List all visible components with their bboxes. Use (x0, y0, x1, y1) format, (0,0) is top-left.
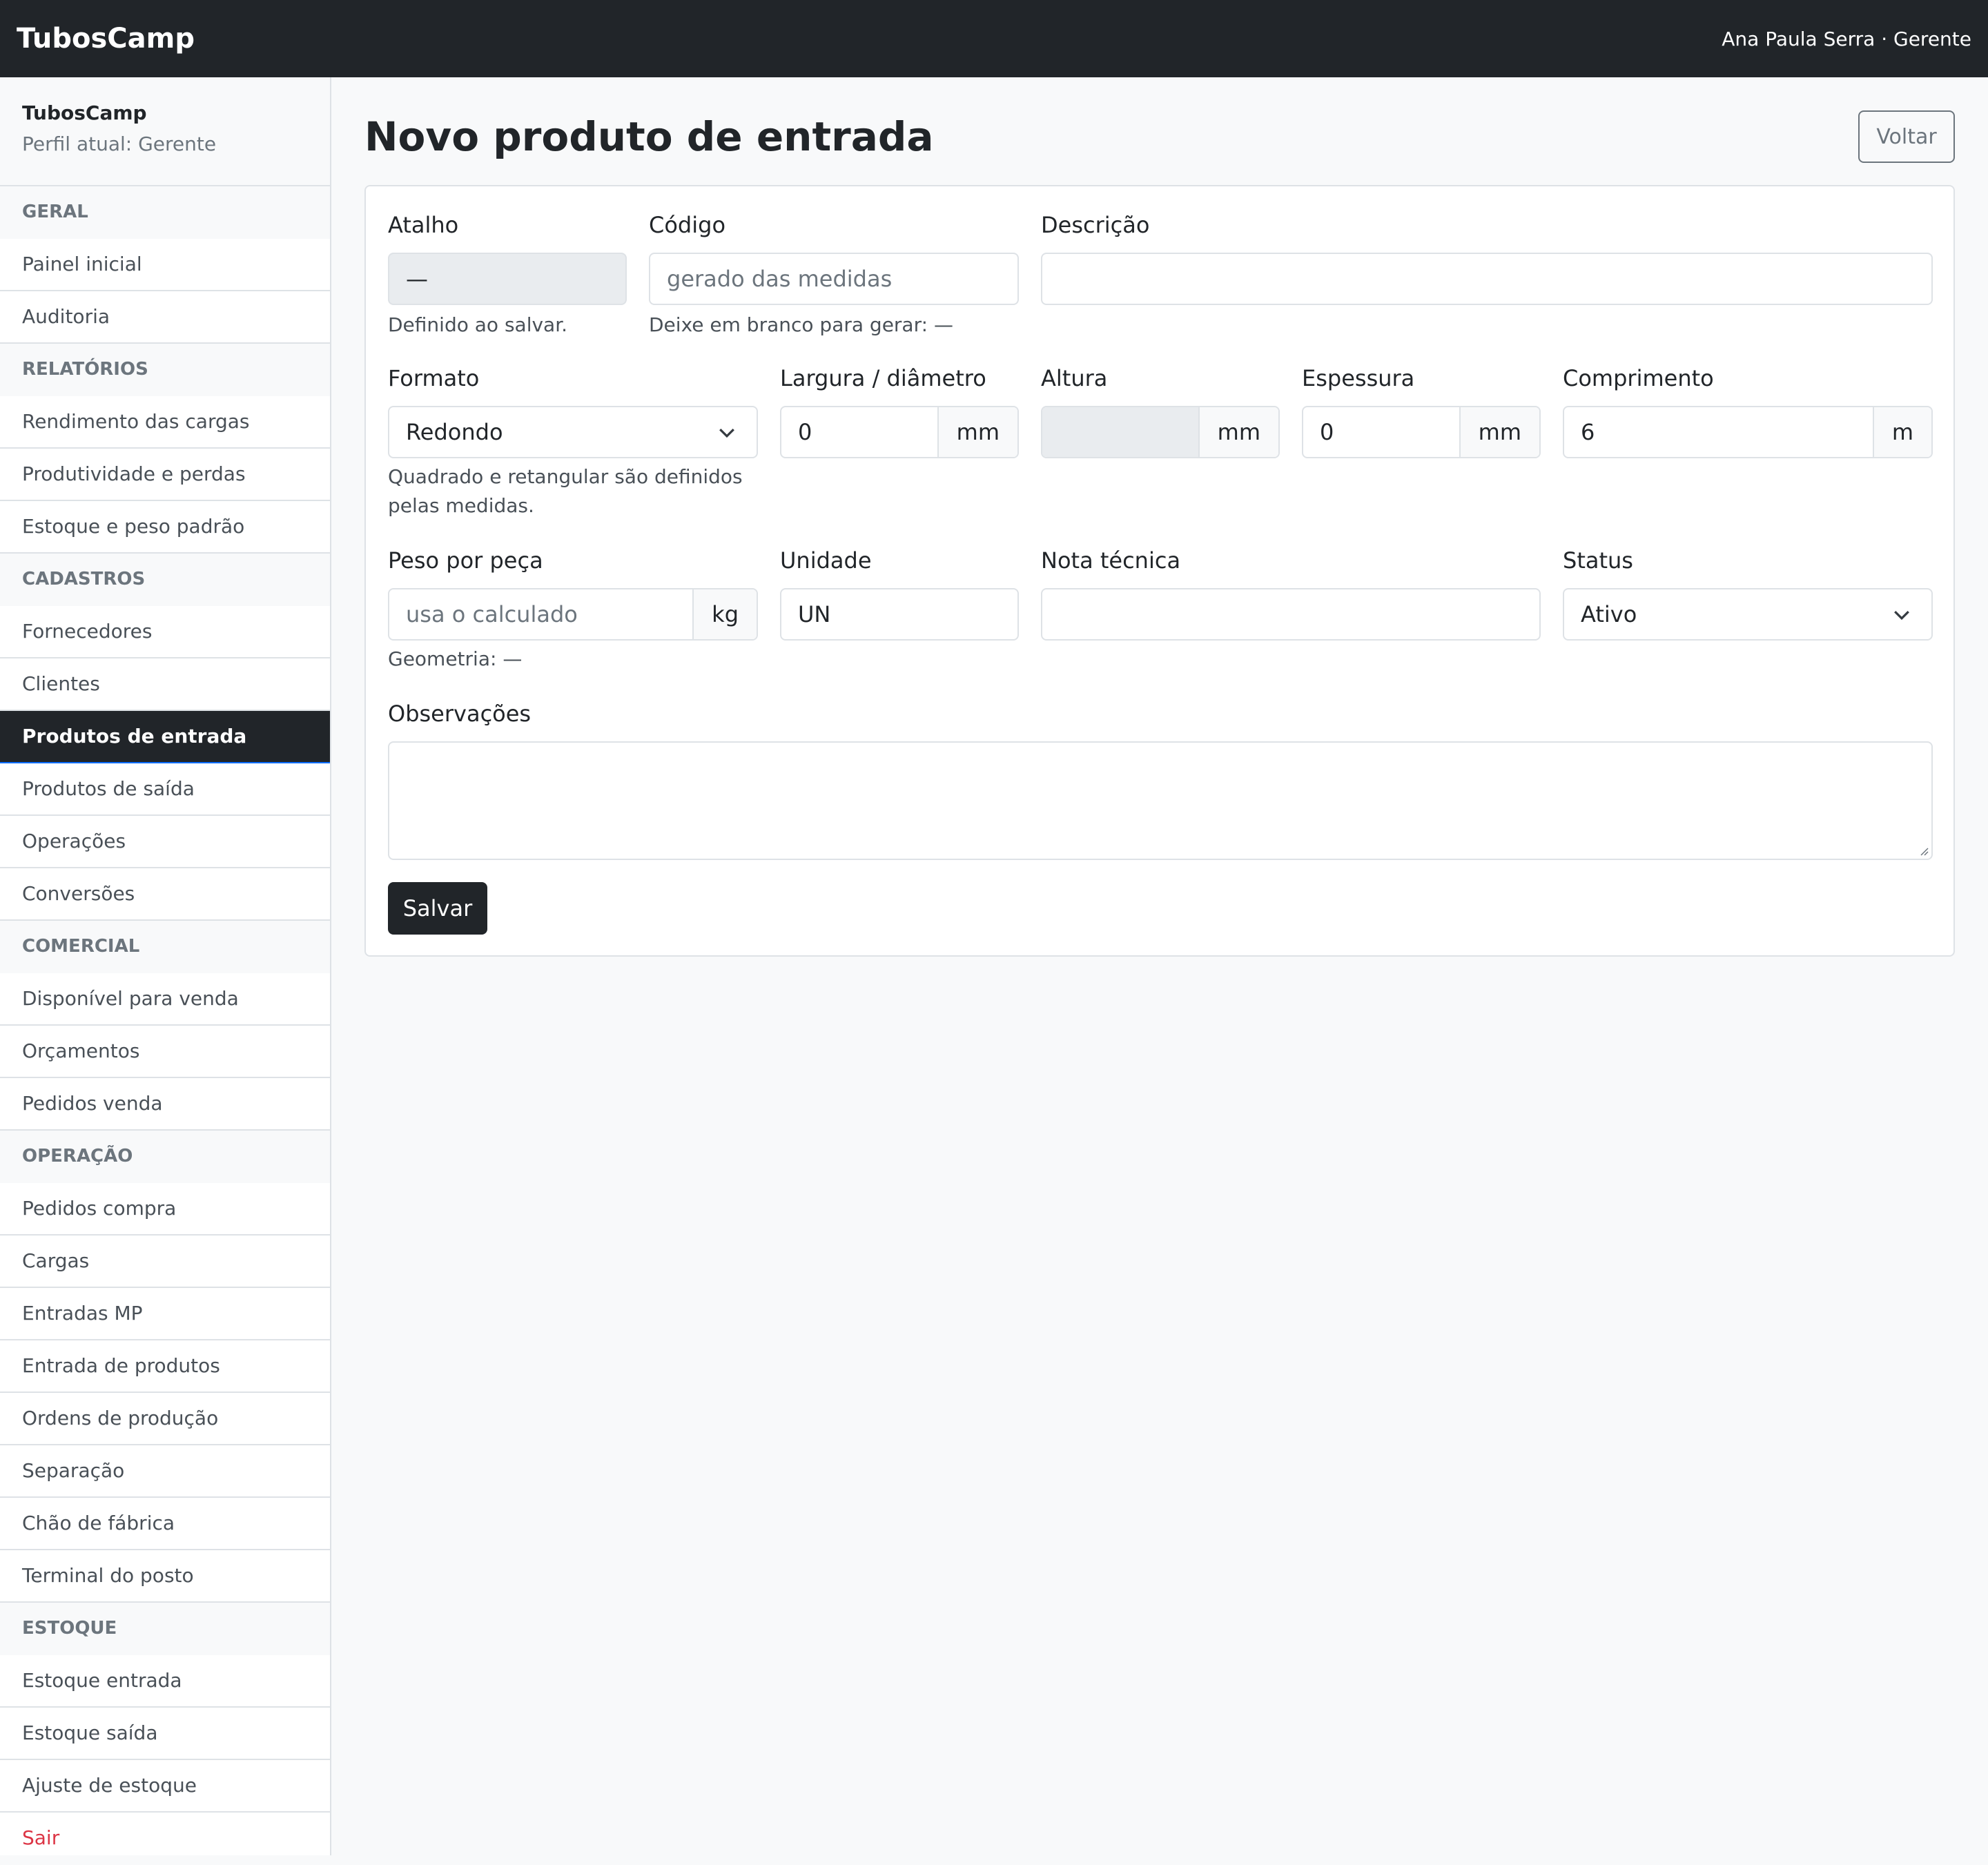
sidebar-section-estoque: ESTOQUE (0, 1603, 330, 1655)
status-value: Ativo (1581, 601, 1637, 627)
sidebar-item-chao-de-fabrica[interactable]: Chão de fábrica (0, 1498, 330, 1550)
comprimento-label: Comprimento (1563, 365, 1714, 391)
sidebar-item-ajuste-de-estoque[interactable]: Ajuste de estoque (0, 1760, 330, 1813)
sidebar-item-terminal-do-posto[interactable]: Terminal do posto (0, 1550, 330, 1603)
status-select[interactable]: Ativo (1563, 588, 1933, 641)
sidebar-item-pedidos-compra[interactable]: Pedidos compra (0, 1183, 330, 1236)
largura-unit: mm (937, 407, 1017, 457)
sidebar-item-sair[interactable]: Sair (0, 1813, 330, 1865)
sidebar-item-cargas[interactable]: Cargas (0, 1236, 330, 1288)
resize-handle-icon[interactable] (1918, 845, 1929, 856)
chevron-down-icon (1894, 610, 1909, 621)
sidebar-item-painel-inicial[interactable]: Painel inicial (0, 239, 330, 291)
altura-input (1042, 407, 1198, 457)
espessura-unit: mm (1459, 407, 1539, 457)
sidebar-app-name: TubosCamp (22, 101, 147, 124)
sidebar-profile: Perfil atual: Gerente (22, 133, 217, 155)
codigo-label: Código (649, 212, 726, 238)
codigo-input[interactable]: gerado das medidas (649, 253, 1019, 305)
espessura-label: Espessura (1302, 365, 1415, 391)
atalho-help: Definido ao salvar. (388, 313, 568, 336)
sidebar: TubosCamp Perfil atual: Gerente GERAL Pai… (0, 77, 331, 1855)
status-label: Status (1563, 547, 1633, 574)
atalho-label: Atalho (388, 212, 459, 238)
sidebar-item-orcamentos[interactable]: Orçamentos (0, 1026, 330, 1078)
top-navbar: TubosCamp Ana Paula Serra · Gerente (0, 0, 1988, 77)
sidebar-item-separacao[interactable]: Separação (0, 1445, 330, 1498)
sidebar-item-disponivel-para-venda[interactable]: Disponível para venda (0, 973, 330, 1026)
current-user: Ana Paula Serra · Gerente (1722, 27, 1971, 50)
largura-input[interactable]: 0 (781, 407, 937, 457)
sidebar-item-produtos-de-entrada[interactable]: Produtos de entrada (0, 711, 330, 763)
sidebar-item-produtos-de-saida[interactable]: Produtos de saída (0, 763, 330, 816)
observacoes-label: Observações (388, 701, 532, 727)
sidebar-item-fornecedores[interactable]: Fornecedores (0, 606, 330, 658)
sidebar-item-estoque-saida[interactable]: Estoque saída (0, 1708, 330, 1760)
chevron-down-icon (719, 428, 734, 438)
espessura-input[interactable]: 0 (1303, 407, 1459, 457)
altura-unit: mm (1198, 407, 1278, 457)
formato-value: Redondo (406, 419, 503, 445)
altura-input-group: mm (1041, 406, 1280, 458)
espessura-input-group: 0 mm (1302, 406, 1541, 458)
sidebar-item-operacoes[interactable]: Operações (0, 816, 330, 868)
comprimento-input[interactable]: 6 (1564, 407, 1873, 457)
observacoes-textarea[interactable] (388, 741, 1933, 860)
sidebar-item-auditoria[interactable]: Auditoria (0, 291, 330, 344)
unidade-label: Unidade (780, 547, 872, 574)
codigo-help: Deixe em branco para gerar: — (649, 313, 953, 336)
nota-input[interactable] (1041, 588, 1541, 641)
sidebar-section-cadastros: CADASTROS (0, 554, 330, 606)
sidebar-section-comercial: COMERCIAL (0, 921, 330, 973)
descricao-input[interactable] (1041, 253, 1933, 305)
peso-unit: kg (692, 589, 757, 639)
largura-label: Largura / diâmetro (780, 365, 986, 391)
atalho-field: — (388, 253, 627, 305)
nota-label: Nota técnica (1041, 547, 1181, 574)
sidebar-item-entrada-de-produtos[interactable]: Entrada de produtos (0, 1340, 330, 1393)
back-button[interactable]: Voltar (1858, 110, 1955, 163)
formato-help-1: Quadrado e retangular são definidos (388, 465, 743, 488)
unidade-input[interactable]: UN (780, 588, 1019, 641)
largura-input-group: 0 mm (780, 406, 1019, 458)
comprimento-input-group: 6 m (1563, 406, 1933, 458)
sidebar-header: TubosCamp Perfil atual: Gerente (0, 77, 330, 186)
sidebar-item-estoque-e-peso-padrao[interactable]: Estoque e peso padrão (0, 501, 330, 554)
descricao-label: Descrição (1041, 212, 1150, 238)
sidebar-item-clientes[interactable]: Clientes (0, 658, 330, 711)
sidebar-item-produtividade-e-perdas[interactable]: Produtividade e perdas (0, 449, 330, 501)
formato-label: Formato (388, 365, 480, 391)
sidebar-section-relatorios: RELATÓRIOS (0, 344, 330, 396)
formato-help-2: pelas medidas. (388, 494, 534, 517)
product-form-card: Atalho — Definido ao salvar. Código gera… (364, 185, 1955, 957)
save-button[interactable]: Salvar (388, 882, 487, 935)
comprimento-unit: m (1872, 407, 1931, 457)
sidebar-section-operacao: OPERAÇÃO (0, 1131, 330, 1183)
sidebar-item-ordens-de-producao[interactable]: Ordens de produção (0, 1393, 330, 1445)
peso-input-group: usa o calculado kg (388, 588, 758, 641)
brand-logo[interactable]: TubosCamp (17, 23, 195, 55)
sidebar-section-geral: GERAL (0, 186, 330, 239)
sidebar-menu: GERAL Painel inicial Auditoria RELATÓRIOS Re… (0, 186, 330, 1865)
sidebar-item-rendimento-das-cargas[interactable]: Rendimento das cargas (0, 396, 330, 449)
sidebar-item-entradas-mp[interactable]: Entradas MP (0, 1288, 330, 1340)
formato-select[interactable]: Redondo (388, 406, 758, 458)
peso-input[interactable]: usa o calculado (389, 589, 692, 639)
altura-label: Altura (1041, 365, 1108, 391)
peso-label: Peso por peça (388, 547, 543, 574)
peso-help: Geometria: — (388, 647, 523, 670)
sidebar-item-pedidos-venda[interactable]: Pedidos venda (0, 1078, 330, 1131)
sidebar-item-conversoes[interactable]: Conversões (0, 868, 330, 921)
page-title: Novo produto de entrada (364, 113, 934, 160)
sidebar-item-estoque-entrada[interactable]: Estoque entrada (0, 1655, 330, 1708)
